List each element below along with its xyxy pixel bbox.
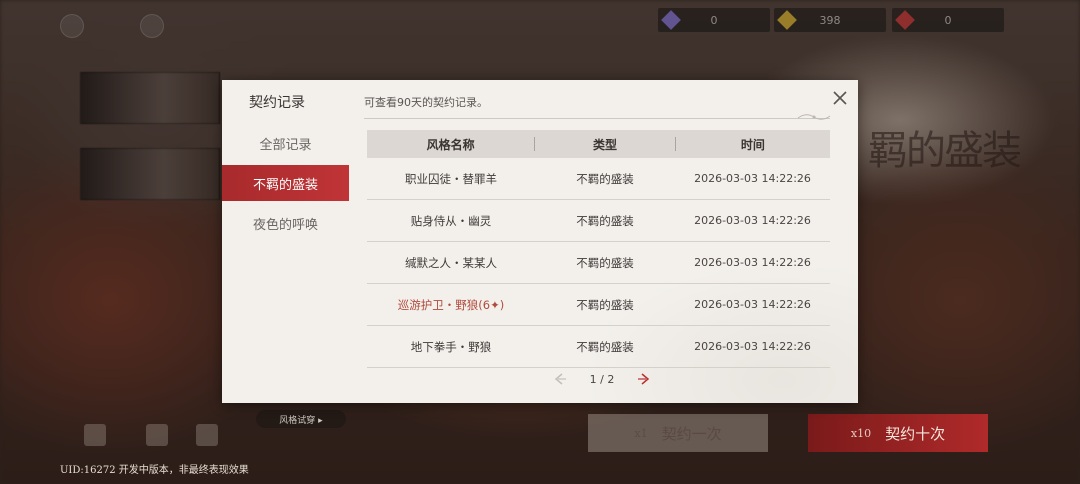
sidebar-item-unruly-attire[interactable]: 不羁的盛装 [222,165,349,201]
row-type: 不羁的盛装 [576,297,634,312]
row-time: 2026-03-03 14:22:26 [694,340,811,353]
row-time: 2026-03-03 14:22:26 [694,172,811,185]
next-page-icon[interactable] [636,372,652,386]
header-time: 时间 [740,137,765,152]
sidebar-item-label: 不羁的盛装 [252,177,318,193]
cup-icon[interactable] [146,424,168,446]
sidebar-item-all[interactable]: 全部记录 [222,125,349,161]
prev-page-icon[interactable] [552,372,568,386]
summon-ten-count: x10 [850,426,872,440]
table-row: 职业囚徒・替罪羊 不羁的盛装 2026-03-03 14:22:26 [367,158,830,200]
close-icon[interactable] [828,86,852,110]
row-time: 2026-03-03 14:22:26 [694,214,811,227]
summon-once-count: x1 [634,426,648,440]
table-header: 风格名称 类型 时间 [367,130,830,158]
table-row: 缄默之人・某某人 不羁的盛装 2026-03-03 14:22:26 [367,242,830,284]
row-style-name: 巡游护卫・野狼(6✦) [397,297,505,312]
row-style-name: 地下拳手・野狼 [410,339,492,354]
summon-ten-button[interactable]: x10 契约十次 [808,414,988,452]
table-row: 地下拳手・野狼 不羁的盛装 2026-03-03 14:22:26 [367,326,830,368]
row-type: 不羁的盛装 [576,213,634,228]
summon-ten-label: 契约十次 [885,424,946,443]
row-type: 不羁的盛装 [576,339,634,354]
table-row: 巡游护卫・野狼(6✦) 不羁的盛装 2026-03-03 14:22:26 [367,284,830,326]
row-style-name: 贴身侍从・幽灵 [410,213,492,228]
row-style-name: 缄默之人・某某人 [405,255,497,270]
sidebar-item-night-call[interactable]: 夜色的呼唤 [222,205,349,241]
dialog-subtitle: 可查看90天的契约记录。 [364,96,488,109]
hourglass-icon[interactable] [196,424,218,446]
contract-record-dialog: 契约记录 可查看90天的契约记录。 全部记录 不羁的盛装 夜色的呼唤 风格名称 … [222,80,858,403]
row-style-name: 职业囚徒・替罪羊 [405,171,497,186]
title-divider [364,118,830,119]
page-indicator: 1 / 2 [589,372,615,386]
gift-icon[interactable] [84,424,106,446]
divider-flourish-icon [797,114,831,120]
sidebar-item-label: 夜色的呼唤 [252,217,318,233]
summon-once-label: 契约一次 [661,424,722,443]
uid-label: UID:16272 开发中版本，非最终表现效果 [60,465,249,476]
dialog-title: 契约记录 [249,95,305,111]
row-type: 不羁的盛装 [576,255,634,270]
header-style-name: 风格名称 [426,137,475,152]
record-table: 风格名称 类型 时间 职业囚徒・替罪羊 不羁的盛装 2026-03-03 14:… [367,130,830,368]
pagination: 1 / 2 [552,370,652,388]
sidebar-item-label: 全部记录 [259,137,312,153]
record-category-sidebar: 全部记录 不羁的盛装 夜色的呼唤 [222,125,349,245]
table-row: 贴身侍从・幽灵 不羁的盛装 2026-03-03 14:22:26 [367,200,830,242]
row-time: 2026-03-03 14:22:26 [694,256,811,269]
row-type: 不羁的盛装 [576,171,634,186]
row-time: 2026-03-03 14:22:26 [694,298,811,311]
summon-once-button[interactable]: x1 契约一次 [588,414,768,452]
try-on-button[interactable]: 风格试穿 ▸ [256,410,346,428]
header-type: 类型 [592,137,617,152]
